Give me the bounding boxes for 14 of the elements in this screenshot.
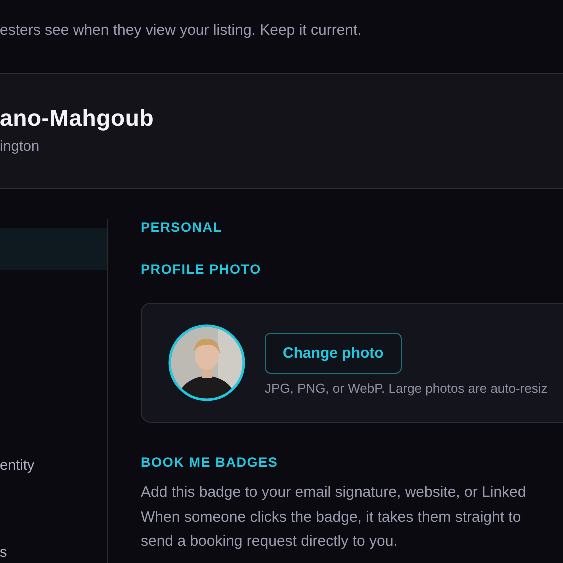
description-text: send a booking request directly to you. [141, 532, 398, 552]
sidebar-item[interactable]: s [0, 543, 8, 563]
page-subtitle: esters see when they view your listing. Keep it current. [0, 21, 362, 41]
description-text: Add this badge to your email signature, website, or Linked [141, 483, 526, 503]
change-photo-button[interactable]: Change photo [265, 333, 402, 374]
sidebar-item[interactable]: entity [0, 456, 35, 476]
sidebar-item[interactable] [0, 228, 107, 270]
section-heading: PROFILE PHOTO [141, 261, 262, 279]
photo-hint: JPG, PNG, or WebP. Large photos are auto-resiz [265, 381, 548, 396]
profile-location: ington [0, 138, 40, 157]
section-heading: BOOK ME BADGES [141, 454, 278, 472]
section-heading: PERSONAL [141, 219, 222, 237]
description-text: When someone clicks the badge, it takes them straight to [141, 508, 522, 528]
profile-name: ano-Mahgoub [0, 104, 154, 133]
